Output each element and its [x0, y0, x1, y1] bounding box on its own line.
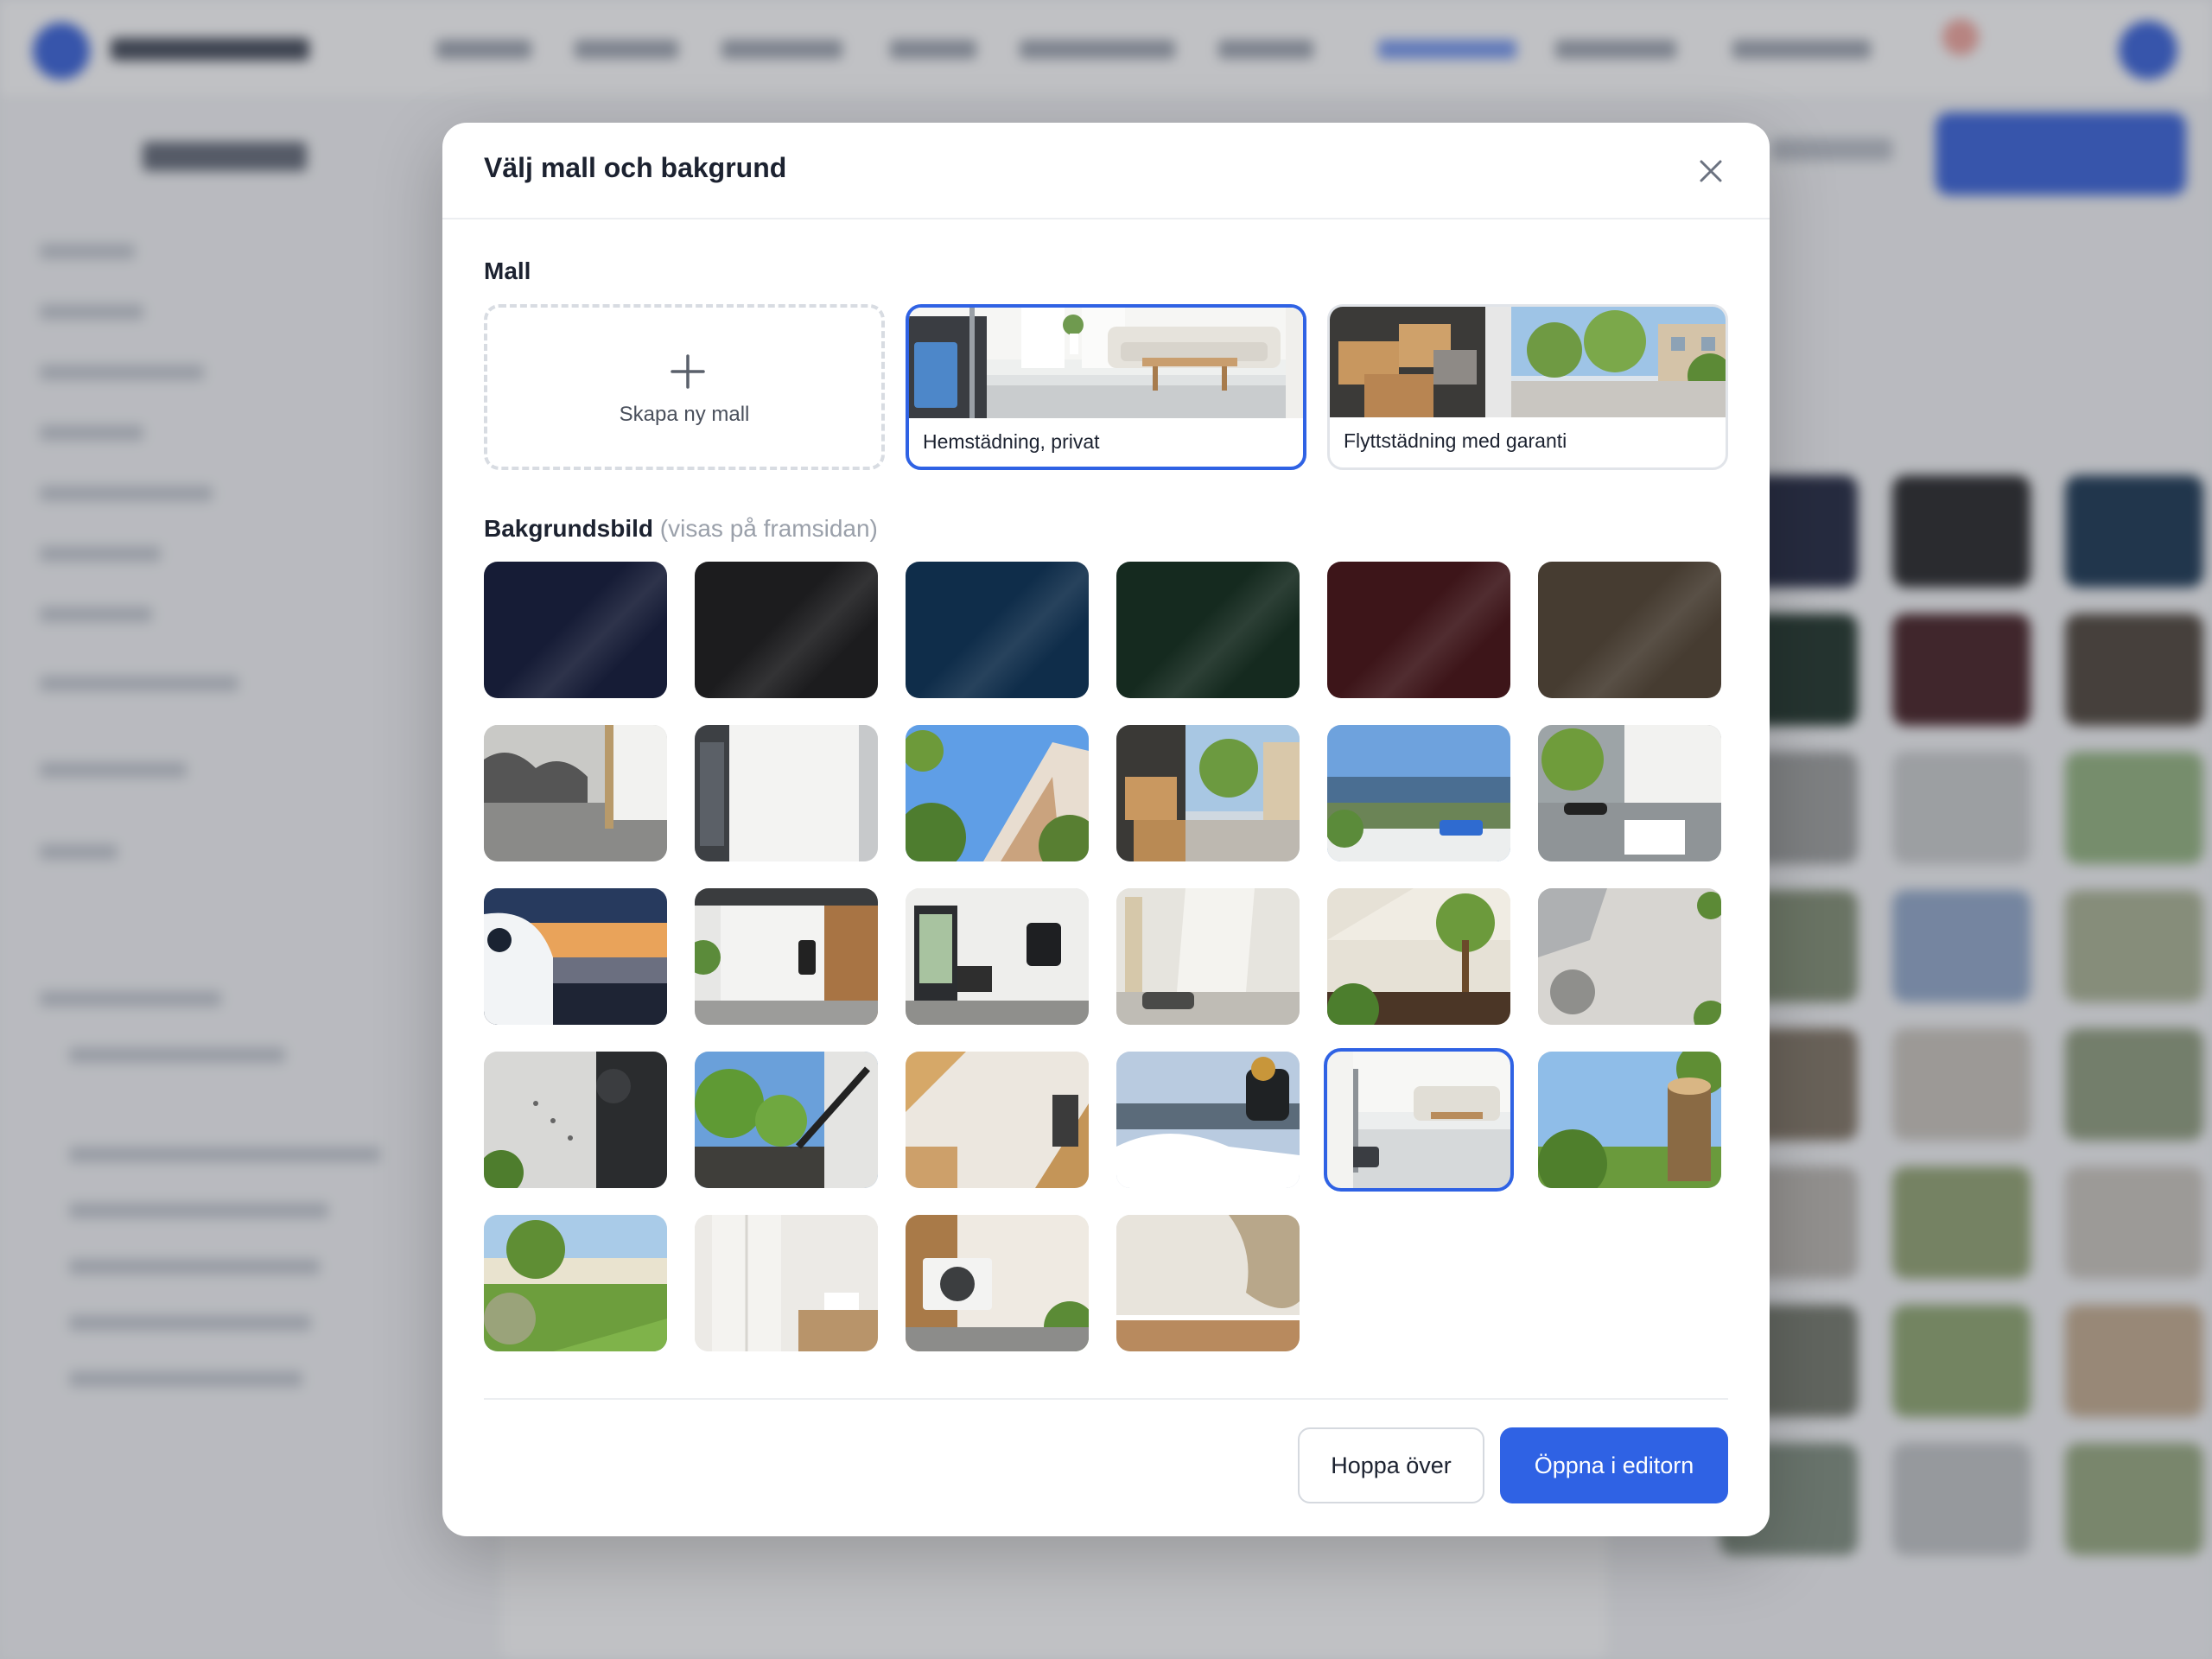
background-image-tile-inspection-tools[interactable] [1538, 725, 1721, 861]
background-color-tile[interactable] [1538, 562, 1721, 698]
background-image-tile-moving-boxes[interactable] [1116, 725, 1300, 861]
background-image-tile-apartment-sky[interactable] [906, 725, 1089, 861]
footer-divider [484, 1398, 1728, 1400]
background-image-tile-tree-planting[interactable] [1327, 888, 1510, 1025]
template-card-hemstadning[interactable]: Hemstädning, privat [906, 304, 1306, 470]
background-image-tile-window-lake[interactable] [1327, 725, 1510, 861]
background-image-tile-pressure-washer[interactable] [695, 1052, 878, 1188]
skip-button[interactable]: Hoppa över [1298, 1427, 1484, 1503]
create-new-template-label: Skapa ny mall [619, 403, 750, 426]
background-color-tile[interactable] [484, 562, 667, 698]
background-image-tile-hallway-alarm[interactable] [906, 888, 1089, 1025]
template-thumbnail [1330, 307, 1726, 417]
background-image-tile-electrical-cabinet[interactable] [695, 725, 878, 861]
background-color-tile[interactable] [906, 562, 1089, 698]
open-in-editor-button[interactable]: Öppna i editorn [1500, 1427, 1728, 1503]
background-image-tile-living-room-mop[interactable] [1324, 1048, 1514, 1192]
template-section-label: Mall [484, 257, 531, 284]
background-image-tile-painting-room[interactable] [1116, 888, 1300, 1025]
dialog-header: Välj mall och bakgrund [442, 123, 1770, 219]
background-image-tile-ev-charger-wall[interactable] [695, 888, 878, 1025]
template-card-label: Hemstädning, privat [923, 430, 1100, 453]
template-background-dialog: Välj mall och bakgrund Mall Skapa ny mal… [442, 123, 1770, 1536]
background-section-label: Bakgrundsbild (visas på framsidan) [484, 515, 878, 543]
background-color-tile[interactable] [695, 562, 878, 698]
background-image-tile-pest-tracks[interactable] [484, 1052, 667, 1188]
background-image-tile-van-sunset[interactable] [484, 888, 667, 1025]
template-card-flyttstadning[interactable]: Flyttstädning med garanti [1327, 304, 1728, 470]
background-image-tile-snow-blower[interactable] [1116, 1052, 1300, 1188]
close-button[interactable] [1690, 150, 1732, 192]
close-icon [1700, 160, 1722, 182]
create-new-template-button[interactable]: Skapa ny mall [484, 304, 885, 470]
background-section-hint: (visas på framsidan) [659, 515, 878, 542]
background-image-tile-tree-stump[interactable] [1538, 1052, 1721, 1188]
background-image-tile-heat-pump[interactable] [906, 1215, 1089, 1351]
background-color-tile[interactable] [1327, 562, 1510, 698]
background-image-tile-carpentry[interactable] [906, 1052, 1089, 1188]
background-image-tile-bathroom[interactable] [695, 1215, 878, 1351]
plus-icon [671, 354, 705, 389]
background-image-tile-water-damage[interactable] [1116, 1215, 1300, 1351]
template-thumbnail [909, 308, 1303, 418]
background-color-tile[interactable] [1116, 562, 1300, 698]
background-section-title: Bakgrundsbild [484, 515, 654, 542]
background-image-tile-garden-lawn[interactable] [484, 1215, 667, 1351]
background-image-tile-mold-floor[interactable] [484, 725, 667, 861]
background-image-tile-tiles-drain[interactable] [1538, 888, 1721, 1025]
dialog-title: Välj mall och bakgrund [484, 152, 787, 183]
template-card-label: Flyttstädning med garanti [1344, 429, 1567, 452]
